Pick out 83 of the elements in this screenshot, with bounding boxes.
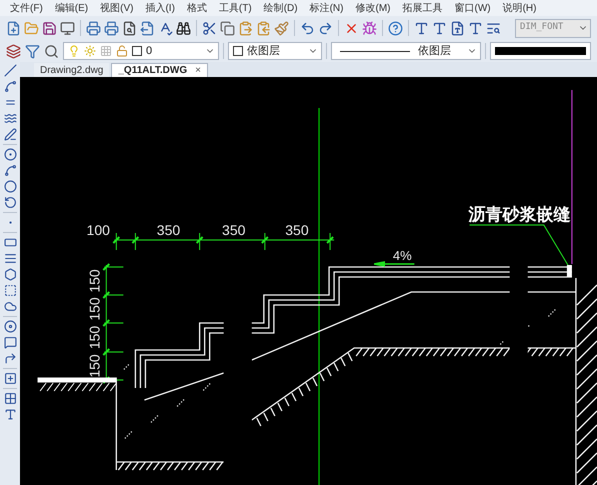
color-swatch [233, 46, 243, 56]
layers-icon[interactable] [6, 44, 21, 58]
joint-mark [566, 265, 572, 277]
hexagon-icon[interactable] [4, 268, 16, 281]
menu-item[interactable]: 拓展工具 [396, 0, 448, 16]
linetype-name: 依图层 [418, 44, 451, 59]
copy-icon[interactable] [220, 20, 235, 36]
dimension-text: 100 [86, 222, 110, 238]
rectangle-icon[interactable] [4, 236, 16, 249]
circle-icon[interactable] [4, 180, 16, 193]
drawing-canvas[interactable]: 100 350 350 350 150 150 150 150 4% 沥青砂浆嵌缝 [20, 77, 597, 485]
undo-icon[interactable] [300, 20, 315, 36]
file-tab[interactable]: _Q11ALT.DWG × [111, 63, 208, 77]
layer-name: 0 [146, 44, 152, 59]
search-icon[interactable] [44, 44, 59, 58]
color-dropdown[interactable]: 依图层 [228, 42, 322, 60]
help-icon[interactable] [388, 20, 403, 36]
circle-icon[interactable] [4, 148, 16, 161]
text-search-icon[interactable] [486, 20, 501, 36]
curve-icon[interactable] [4, 80, 16, 93]
dimension-text: 150 [86, 269, 102, 293]
monitor-icon[interactable] [60, 20, 75, 36]
menu-item[interactable]: 标注(N) [304, 0, 350, 16]
file-tab[interactable]: Drawing2.dwg [34, 63, 110, 77]
bug-icon[interactable] [362, 20, 377, 36]
linetype-preview [340, 50, 410, 52]
dimension-text: 350 [156, 222, 180, 238]
dashed-square-icon[interactable] [4, 284, 16, 297]
menu-item[interactable]: 文件(F) [4, 0, 49, 16]
menu-item[interactable]: 编辑(E) [48, 0, 94, 16]
menu-item[interactable]: 插入(I) [139, 0, 181, 16]
dimension-text: 150 [86, 354, 102, 378]
menu-item[interactable]: 绘制(D) [258, 0, 304, 16]
brush-icon[interactable] [274, 20, 289, 36]
curve-icon[interactable] [4, 164, 16, 177]
line-icon[interactable] [4, 64, 16, 77]
text-icon[interactable] [4, 408, 16, 421]
layer-dropdown[interactable]: 0 [63, 42, 219, 60]
slope-text: 4% [392, 248, 412, 263]
slope-arrow [373, 261, 414, 267]
spellcheck-icon[interactable] [158, 20, 173, 36]
pen-icon[interactable] [4, 128, 16, 141]
file-output-icon[interactable] [140, 20, 155, 36]
block-icon[interactable] [4, 372, 16, 385]
wave-icon[interactable] [4, 112, 16, 125]
rotate-icon[interactable] [4, 196, 16, 209]
menu-item[interactable]: 工具(T) [212, 0, 258, 16]
save-icon[interactable] [42, 20, 57, 36]
dimension-text: 150 [86, 326, 102, 350]
cut-icon[interactable] [202, 20, 217, 36]
color-swatch [132, 46, 142, 56]
callout-text: 沥青砂浆嵌缝 [468, 205, 571, 224]
clipboard-icon[interactable] [256, 20, 271, 36]
close-tab-button[interactable]: × [195, 63, 201, 78]
redo-icon[interactable] [318, 20, 333, 36]
dimension-text: 350 [222, 222, 246, 238]
text-file-icon[interactable] [450, 20, 465, 36]
binoculars-icon[interactable] [176, 20, 191, 36]
menu-item[interactable]: 视图(V) [94, 0, 140, 16]
ring-icon[interactable] [4, 320, 16, 333]
lock-icon[interactable] [116, 45, 128, 57]
lineweight-dropdown[interactable] [490, 42, 591, 60]
file-search-icon[interactable] [122, 20, 137, 36]
text-icon[interactable] [432, 20, 447, 36]
cloud-icon[interactable] [4, 300, 16, 313]
lines-icon[interactable] [4, 252, 16, 265]
text-icon[interactable] [468, 20, 483, 36]
dimension-text: 350 [285, 222, 309, 238]
menu-item[interactable]: 窗口(W) [448, 0, 497, 16]
text-icon[interactable] [414, 20, 429, 36]
menu-item[interactable]: 说明(H) [496, 0, 542, 16]
printer-icon[interactable] [86, 20, 101, 36]
bend-icon[interactable] [4, 352, 16, 365]
filter-icon[interactable] [25, 44, 40, 58]
linetype-dropdown[interactable]: 依图层 [331, 42, 481, 60]
callout-icon[interactable] [4, 336, 16, 349]
new-file-icon[interactable] [6, 20, 21, 36]
hatch-icon[interactable] [4, 392, 16, 405]
menu-item[interactable]: 格式 [180, 0, 213, 16]
printer-icon[interactable] [104, 20, 119, 36]
dimension-text: 150 [86, 297, 102, 321]
menu-item[interactable]: 修改(M) [349, 0, 396, 16]
color-name: 依图层 [247, 44, 280, 59]
